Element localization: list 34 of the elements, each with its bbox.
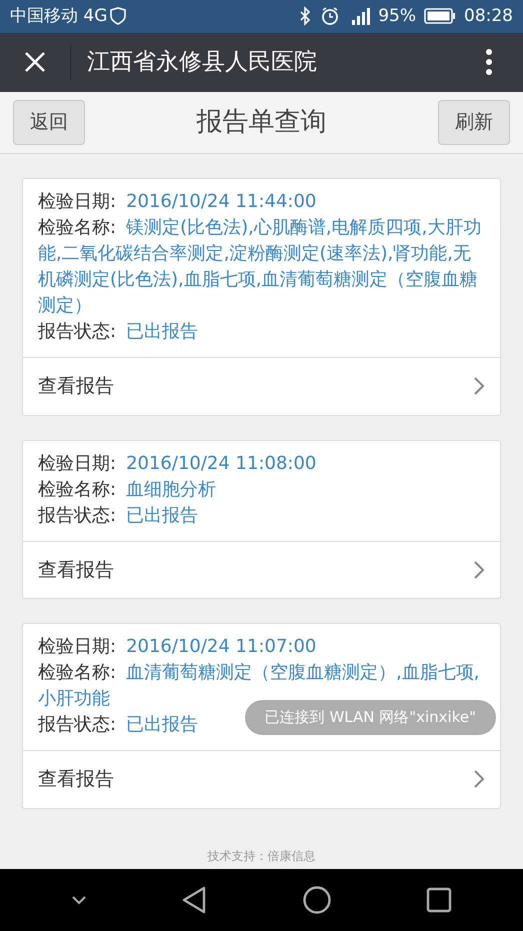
battery-percent: 95% (378, 4, 416, 28)
home-icon[interactable] (302, 884, 332, 915)
refresh-button[interactable]: 刷新 (438, 100, 510, 146)
menu-icon[interactable] (485, 48, 493, 76)
chevron-right-icon (473, 769, 485, 790)
page-title: 江西省永修县人民医院 (87, 48, 318, 78)
back-button[interactable]: 返回 (13, 100, 85, 146)
clock-time: 08:28 (464, 4, 513, 28)
report-field: 报告状态: 已出报告 (38, 319, 198, 346)
view-report-label: 查看报告 (38, 374, 114, 400)
view-report-row[interactable]: 查看报告 (23, 751, 500, 808)
chevron-right-icon (473, 560, 485, 580)
view-report-row[interactable]: 查看报告 (23, 542, 500, 598)
view-report-label: 查看报告 (38, 558, 114, 583)
bluetooth-icon (298, 6, 312, 26)
report-field: 检验名称: 血细胞分析 (38, 476, 216, 503)
battery-icon (424, 7, 456, 26)
view-report-row[interactable]: 查看报告 (23, 358, 500, 415)
back-icon[interactable] (181, 884, 208, 915)
chevron-right-icon (473, 376, 485, 396)
report-field: 报告状态: 已出报告 (38, 502, 198, 529)
chevron-down-icon[interactable] (71, 894, 88, 905)
footer-credit: 技术支持：倍康信息 (206, 848, 316, 865)
report-field: 报告状态: 已出报告 (38, 712, 198, 738)
report-field: 检验名称: 镁测定(比色法),心肌酶谱,电解质四项,大肝功能,二氧化碳结合率测定,淀粉酶测定(速率法),肾功能,无机磷测定(比色法),血脂七项,血清葡萄糖测定（空腹血糖测定） (38, 215, 485, 320)
report-field: 检验日期: 2016/10/24 11:07:00 (38, 634, 316, 660)
view-report-label: 查看报告 (38, 767, 114, 792)
close-icon[interactable] (24, 51, 46, 74)
alarm-icon (320, 6, 340, 26)
recents-icon[interactable] (426, 886, 452, 913)
report-field: 检验日期: 2016/10/24 11:44:00 (38, 189, 316, 216)
carrier-label: 中国移动 4G (10, 4, 108, 28)
report-field: 检验日期: 2016/10/24 11:08:00 (38, 450, 316, 477)
header-title: 报告单查询 (196, 106, 326, 140)
